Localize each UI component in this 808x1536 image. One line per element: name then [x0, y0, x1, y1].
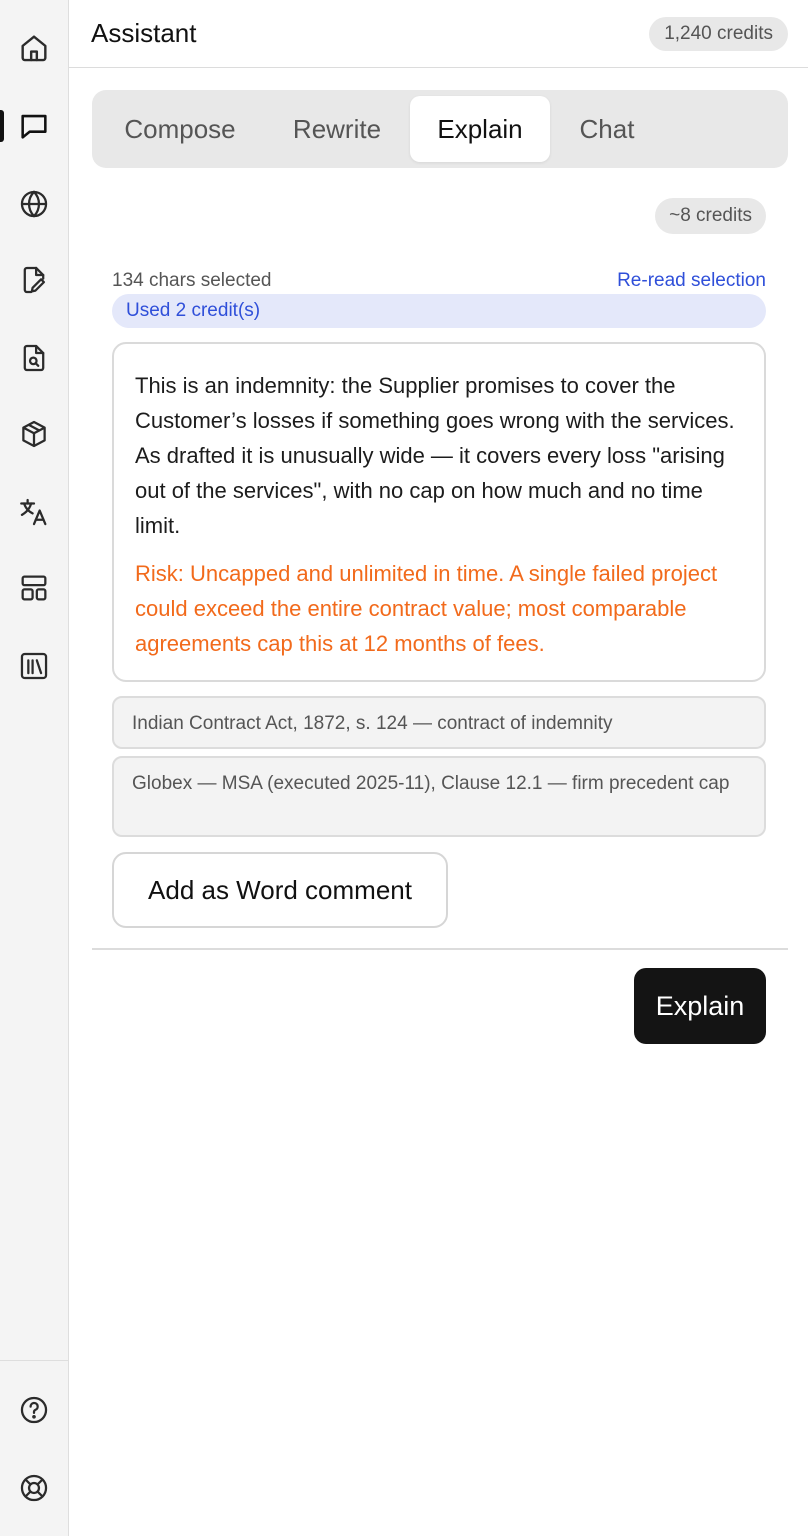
- library-icon: [20, 652, 48, 680]
- translate-icon: [20, 498, 47, 526]
- chat-bubble-icon: [21, 114, 47, 139]
- sidebar-item-review[interactable]: [0, 334, 68, 382]
- mode-tabs: Compose Rewrite Explain Chat: [92, 90, 788, 168]
- sidebar-item-draft[interactable]: [0, 256, 68, 304]
- sidebar-divider: [0, 1360, 68, 1361]
- document-edit-icon: [23, 266, 46, 294]
- risk-text: Risk: Uncapped and unlimited in time. A …: [135, 561, 718, 656]
- cube-icon: [22, 420, 46, 448]
- add-word-comment-button[interactable]: Add as Word comment: [112, 852, 448, 928]
- explanation-card: This is an indemnity: the Supplier promi…: [112, 342, 766, 682]
- tab-chat[interactable]: Chat: [552, 96, 662, 162]
- reference-chip[interactable]: Globex — MSA (executed 2025-11), Clause …: [112, 756, 766, 837]
- sidebar-item-assistant[interactable]: [0, 102, 68, 150]
- page-title: Assistant: [91, 18, 197, 48]
- document-search-icon: [23, 344, 45, 372]
- reference-chip[interactable]: Indian Contract Act, 1872, s. 124 — cont…: [112, 696, 766, 749]
- sidebar-item-templates[interactable]: [0, 564, 68, 612]
- sidebar-item-home[interactable]: [0, 24, 68, 72]
- credits-balance-badge: 1,240 credits: [649, 17, 788, 51]
- selection-count: 134 chars selected: [112, 270, 272, 291]
- explain-button[interactable]: Explain: [634, 968, 766, 1044]
- layout-icon: [21, 575, 47, 601]
- footer-divider: [92, 948, 788, 950]
- help-circle-icon: [20, 1396, 48, 1424]
- sidebar: [0, 0, 69, 1536]
- header: Assistant 1,240 credits: [69, 0, 808, 68]
- explanation-text: This is an indemnity: the Supplier promi…: [135, 373, 735, 538]
- globe-icon: [20, 190, 48, 218]
- tab-rewrite[interactable]: Rewrite: [262, 96, 412, 162]
- tab-compose[interactable]: Compose: [100, 96, 260, 162]
- tab-explain[interactable]: Explain: [410, 96, 550, 162]
- lifebuoy-icon: [20, 1474, 48, 1502]
- credit-estimate-badge: ~8 credits: [655, 198, 766, 234]
- sidebar-item-library[interactable]: [0, 642, 68, 690]
- sidebar-item-support[interactable]: [0, 1464, 68, 1512]
- sidebar-item-help[interactable]: [0, 1386, 68, 1434]
- reread-selection-link[interactable]: Re-read selection: [617, 270, 766, 292]
- sidebar-item-web[interactable]: [0, 180, 68, 228]
- home-icon: [21, 35, 47, 62]
- sidebar-item-translate[interactable]: [0, 488, 68, 536]
- used-credits-banner: Used 2 credit(s): [112, 294, 766, 328]
- sidebar-item-packages[interactable]: [0, 410, 68, 458]
